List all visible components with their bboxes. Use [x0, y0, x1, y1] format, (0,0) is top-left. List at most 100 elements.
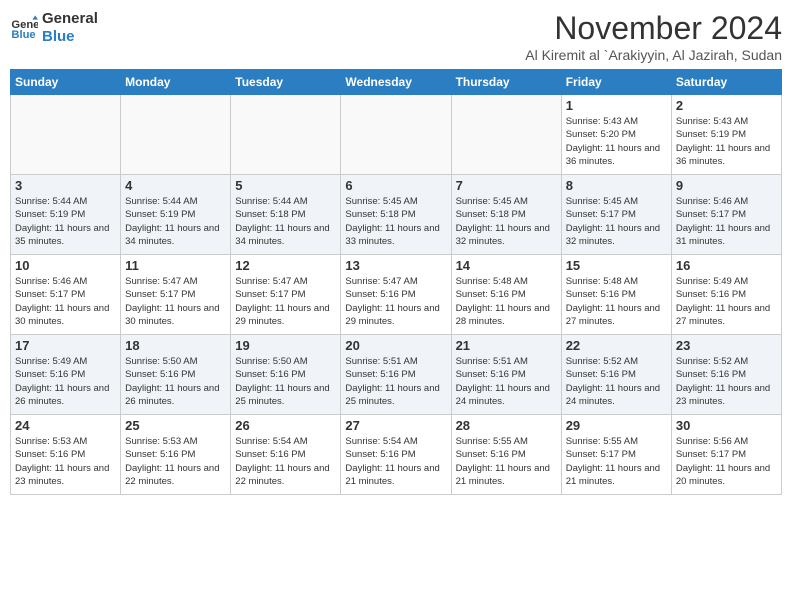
day-info: Sunrise: 5:43 AMSunset: 5:19 PMDaylight:… [676, 115, 777, 168]
day-number: 7 [456, 178, 557, 193]
weekday-header-thursday: Thursday [451, 70, 561, 95]
day-info: Sunrise: 5:48 AMSunset: 5:16 PMDaylight:… [456, 275, 557, 328]
day-info: Sunrise: 5:51 AMSunset: 5:16 PMDaylight:… [345, 355, 446, 408]
calendar-cell: 12 Sunrise: 5:47 AMSunset: 5:17 PMDayligh… [231, 255, 341, 335]
calendar-cell: 24 Sunrise: 5:53 AMSunset: 5:16 PMDayligh… [11, 415, 121, 495]
day-info: Sunrise: 5:54 AMSunset: 5:16 PMDaylight:… [345, 435, 446, 488]
calendar-cell [11, 95, 121, 175]
day-number: 3 [15, 178, 116, 193]
calendar-week-row: 1Sunrise: 5:43 AMSunset: 5:20 PMDaylight… [11, 95, 782, 175]
calendar-cell: 25 Sunrise: 5:53 AMSunset: 5:16 PMDayligh… [121, 415, 231, 495]
day-info: Sunrise: 5:55 AMSunset: 5:17 PMDaylight:… [566, 435, 667, 488]
day-info: Sunrise: 5:50 AMSunset: 5:16 PMDaylight:… [235, 355, 336, 408]
day-info: Sunrise: 5:45 AMSunset: 5:17 PMDaylight:… [566, 195, 667, 248]
calendar-cell: 23 Sunrise: 5:52 AMSunset: 5:16 PMDayligh… [671, 335, 781, 415]
calendar-cell: 16 Sunrise: 5:49 AMSunset: 5:16 PMDayligh… [671, 255, 781, 335]
day-info: Sunrise: 5:53 AMSunset: 5:16 PMDaylight:… [15, 435, 116, 488]
calendar-cell [121, 95, 231, 175]
page-header: General Blue General Blue November 2024 … [10, 10, 782, 63]
day-number: 29 [566, 418, 667, 433]
calendar-week-row: 17 Sunrise: 5:49 AMSunset: 5:16 PMDayligh… [11, 335, 782, 415]
calendar-cell: 27 Sunrise: 5:54 AMSunset: 5:16 PMDayligh… [341, 415, 451, 495]
day-info: Sunrise: 5:50 AMSunset: 5:16 PMDaylight:… [125, 355, 226, 408]
weekday-header-sunday: Sunday [11, 70, 121, 95]
calendar-cell: 21 Sunrise: 5:51 AMSunset: 5:16 PMDayligh… [451, 335, 561, 415]
calendar-cell: 4 Sunrise: 5:44 AMSunset: 5:19 PMDaylight… [121, 175, 231, 255]
day-number: 26 [235, 418, 336, 433]
day-number: 12 [235, 258, 336, 273]
calendar-cell: 5 Sunrise: 5:44 AMSunset: 5:18 PMDaylight… [231, 175, 341, 255]
day-number: 6 [345, 178, 446, 193]
day-number: 27 [345, 418, 446, 433]
weekday-header-monday: Monday [121, 70, 231, 95]
day-number: 5 [235, 178, 336, 193]
day-number: 17 [15, 338, 116, 353]
day-info: Sunrise: 5:48 AMSunset: 5:16 PMDaylight:… [566, 275, 667, 328]
day-info: Sunrise: 5:56 AMSunset: 5:17 PMDaylight:… [676, 435, 777, 488]
calendar-cell: 26 Sunrise: 5:54 AMSunset: 5:16 PMDayligh… [231, 415, 341, 495]
day-number: 19 [235, 338, 336, 353]
day-info: Sunrise: 5:44 AMSunset: 5:19 PMDaylight:… [15, 195, 116, 248]
title-block: November 2024 Al Kiremit al `Arakiyyin, … [525, 10, 782, 63]
calendar-cell: 28 Sunrise: 5:55 AMSunset: 5:16 PMDayligh… [451, 415, 561, 495]
day-info: Sunrise: 5:52 AMSunset: 5:16 PMDaylight:… [676, 355, 777, 408]
weekday-header-row: SundayMondayTuesdayWednesdayThursdayFrid… [11, 70, 782, 95]
svg-text:Blue: Blue [11, 29, 35, 41]
day-number: 25 [125, 418, 226, 433]
calendar-cell: 17 Sunrise: 5:49 AMSunset: 5:16 PMDayligh… [11, 335, 121, 415]
calendar-cell: 18 Sunrise: 5:50 AMSunset: 5:16 PMDayligh… [121, 335, 231, 415]
day-number: 2 [676, 98, 777, 113]
calendar-cell: 22Sunrise: 5:52 AMSunset: 5:16 PMDayligh… [561, 335, 671, 415]
calendar-table: SundayMondayTuesdayWednesdayThursdayFrid… [10, 69, 782, 495]
calendar-cell: 19 Sunrise: 5:50 AMSunset: 5:16 PMDayligh… [231, 335, 341, 415]
calendar-week-row: 24 Sunrise: 5:53 AMSunset: 5:16 PMDayligh… [11, 415, 782, 495]
calendar-cell: 10 Sunrise: 5:46 AMSunset: 5:17 PMDayligh… [11, 255, 121, 335]
day-number: 24 [15, 418, 116, 433]
calendar-cell: 8Sunrise: 5:45 AMSunset: 5:17 PMDaylight… [561, 175, 671, 255]
calendar-cell: 29 Sunrise: 5:55 AMSunset: 5:17 PMDayligh… [561, 415, 671, 495]
day-number: 10 [15, 258, 116, 273]
day-number: 23 [676, 338, 777, 353]
day-info: Sunrise: 5:55 AMSunset: 5:16 PMDaylight:… [456, 435, 557, 488]
day-info: Sunrise: 5:49 AMSunset: 5:16 PMDaylight:… [676, 275, 777, 328]
day-info: Sunrise: 5:53 AMSunset: 5:16 PMDaylight:… [125, 435, 226, 488]
day-info: Sunrise: 5:47 AMSunset: 5:17 PMDaylight:… [235, 275, 336, 328]
calendar-week-row: 10 Sunrise: 5:46 AMSunset: 5:17 PMDayligh… [11, 255, 782, 335]
calendar-cell: 14Sunrise: 5:48 AMSunset: 5:16 PMDayligh… [451, 255, 561, 335]
day-info: Sunrise: 5:45 AMSunset: 5:18 PMDaylight:… [456, 195, 557, 248]
calendar-cell: 7 Sunrise: 5:45 AMSunset: 5:18 PMDaylight… [451, 175, 561, 255]
day-number: 18 [125, 338, 226, 353]
calendar-cell: 2 Sunrise: 5:43 AMSunset: 5:19 PMDaylight… [671, 95, 781, 175]
calendar-cell: 9Sunrise: 5:46 AMSunset: 5:17 PMDaylight… [671, 175, 781, 255]
day-info: Sunrise: 5:44 AMSunset: 5:19 PMDaylight:… [125, 195, 226, 248]
logo-general: General [42, 10, 98, 28]
weekday-header-wednesday: Wednesday [341, 70, 451, 95]
weekday-header-saturday: Saturday [671, 70, 781, 95]
day-number: 4 [125, 178, 226, 193]
calendar-cell: 15 Sunrise: 5:48 AMSunset: 5:16 PMDayligh… [561, 255, 671, 335]
day-info: Sunrise: 5:54 AMSunset: 5:16 PMDaylight:… [235, 435, 336, 488]
day-info: Sunrise: 5:47 AMSunset: 5:16 PMDaylight:… [345, 275, 446, 328]
day-info: Sunrise: 5:46 AMSunset: 5:17 PMDaylight:… [15, 275, 116, 328]
location-subtitle: Al Kiremit al `Arakiyyin, Al Jazirah, Su… [525, 47, 782, 63]
day-number: 1 [566, 98, 667, 113]
calendar-cell: 6Sunrise: 5:45 AMSunset: 5:18 PMDaylight… [341, 175, 451, 255]
calendar-cell: 13Sunrise: 5:47 AMSunset: 5:16 PMDayligh… [341, 255, 451, 335]
day-number: 20 [345, 338, 446, 353]
month-title: November 2024 [525, 10, 782, 47]
day-info: Sunrise: 5:46 AMSunset: 5:17 PMDaylight:… [676, 195, 777, 248]
day-number: 21 [456, 338, 557, 353]
calendar-cell: 30Sunrise: 5:56 AMSunset: 5:17 PMDayligh… [671, 415, 781, 495]
calendar-cell: 1Sunrise: 5:43 AMSunset: 5:20 PMDaylight… [561, 95, 671, 175]
day-number: 11 [125, 258, 226, 273]
day-info: Sunrise: 5:49 AMSunset: 5:16 PMDaylight:… [15, 355, 116, 408]
day-number: 15 [566, 258, 667, 273]
day-info: Sunrise: 5:51 AMSunset: 5:16 PMDaylight:… [456, 355, 557, 408]
day-number: 16 [676, 258, 777, 273]
calendar-cell [451, 95, 561, 175]
logo-blue: Blue [42, 28, 98, 46]
logo: General Blue General Blue [10, 10, 98, 46]
day-info: Sunrise: 5:44 AMSunset: 5:18 PMDaylight:… [235, 195, 336, 248]
day-number: 28 [456, 418, 557, 433]
weekday-header-tuesday: Tuesday [231, 70, 341, 95]
